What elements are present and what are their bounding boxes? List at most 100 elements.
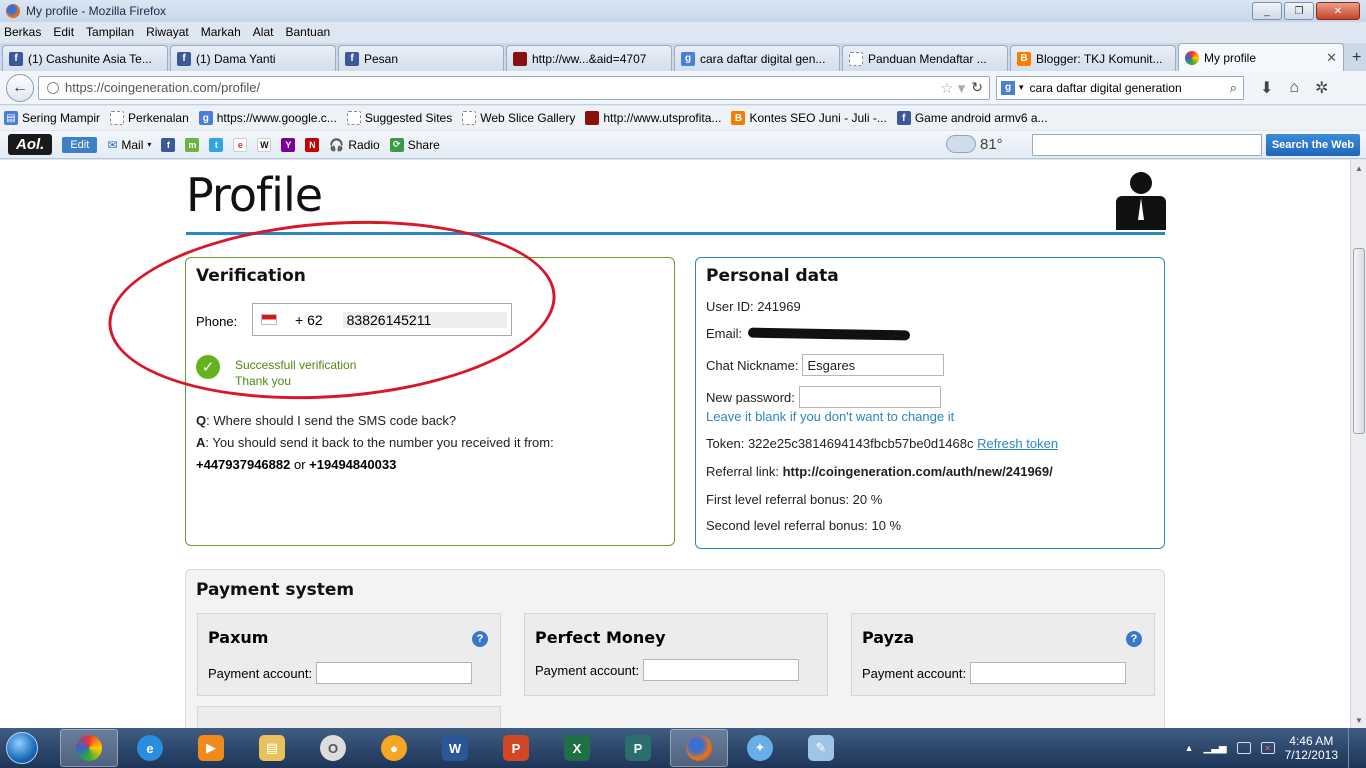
network-icon[interactable]: ▁▃▅ [1204, 743, 1227, 754]
maximize-button[interactable]: ❐ [1284, 2, 1314, 20]
scrollbar-thumb[interactable] [1353, 248, 1365, 434]
tab-dama-yanti[interactable]: f (1) Dama Yanti [170, 45, 336, 71]
show-desktop-button[interactable] [1348, 728, 1358, 768]
back-button[interactable]: ← [6, 73, 34, 102]
system-clock[interactable]: 4:46 AM 7/12/2013 [1285, 734, 1338, 762]
aol-radio-button[interactable]: 🎧 Radio [329, 138, 379, 152]
tab-my-profile[interactable]: My profile ✕ [1178, 43, 1344, 71]
taskbar-messenger[interactable]: ● [365, 729, 423, 767]
reload-icon[interactable]: ↻ [971, 79, 983, 96]
first-level-bonus: First level referral bonus: 20 % [706, 492, 883, 507]
help-icon[interactable]: ? [1126, 631, 1142, 647]
myspace-icon[interactable]: m [185, 137, 200, 152]
bookmark-sering-mampir[interactable]: ▤ Sering Mampir [4, 111, 100, 125]
addon-icon[interactable]: ✲ [1315, 78, 1328, 98]
weather-widget[interactable]: 81° [946, 135, 1003, 153]
bookmark-suggested-sites[interactable]: Suggested Sites [346, 111, 452, 125]
ebay-icon[interactable]: e [233, 137, 248, 152]
bookmark-perkenalan[interactable]: Perkenalan [110, 111, 189, 125]
tab-google-search[interactable]: g cara daftar digital gen... [674, 45, 840, 71]
close-tab-icon[interactable]: ✕ [1326, 50, 1337, 66]
taskbar-word[interactable]: W [426, 729, 484, 767]
taskbar-excel[interactable]: X [548, 729, 606, 767]
menu-riwayat[interactable]: Riwayat [146, 25, 189, 39]
taskbar-firefox[interactable] [670, 729, 728, 767]
password-input[interactable] [798, 386, 941, 408]
bookmark-kontes-seo[interactable]: B Kontes SEO Juni - Juli -... [731, 111, 887, 125]
help-icon[interactable]: ? [472, 631, 488, 647]
internet-explorer-icon: e [137, 735, 163, 761]
menu-bantuan[interactable]: Bantuan [285, 25, 330, 39]
minimize-button[interactable]: _ [1252, 2, 1282, 20]
taskbar-ie[interactable]: e [121, 729, 179, 767]
taskbar-paint[interactable]: ✎ [792, 729, 850, 767]
sms-question: Q: Where should I send the SMS code back… [196, 413, 457, 428]
menu-alat[interactable]: Alat [253, 25, 274, 39]
taskbar-explorer[interactable]: ▤ [243, 729, 301, 767]
bookmark-utsprofita[interactable]: http://www.utsprofita... [585, 111, 721, 125]
yahoo-icon[interactable]: Y [281, 137, 296, 152]
menu-tampilan[interactable]: Tampilan [86, 25, 134, 39]
phone-number[interactable]: 83826145211 [342, 311, 507, 328]
taskbar-app-star[interactable] [60, 729, 118, 767]
tab-blogger[interactable]: B Blogger: TKJ Komunit... [1010, 45, 1176, 71]
battery-icon[interactable] [1236, 742, 1251, 754]
tab-cashunite[interactable]: f (1) Cashunite Asia Te... [2, 45, 168, 71]
netflix-icon[interactable]: N [305, 137, 320, 152]
referral-link[interactable]: http://coingeneration.com/auth/new/24196… [783, 464, 1053, 479]
sms-answer: A: You should send it back to the number… [196, 435, 554, 450]
twitter-icon[interactable]: t [209, 137, 224, 152]
wikipedia-icon[interactable]: W [257, 137, 272, 152]
home-icon[interactable]: ⌂ [1289, 79, 1299, 97]
aol-mail-button[interactable]: ✉ Mail ▾ [107, 138, 151, 152]
new-tab-icon[interactable]: + [1352, 49, 1361, 67]
indonesia-flag-icon[interactable] [261, 314, 277, 325]
taskbar-media-player[interactable]: ▶ [182, 729, 240, 767]
menu-markah[interactable]: Markah [201, 25, 241, 39]
tab-pesan[interactable]: f Pesan [338, 45, 504, 71]
search-icon[interactable]: ⌕ [1230, 80, 1237, 96]
volume-muted-icon[interactable]: ✕ [1260, 742, 1275, 754]
google-icon[interactable]: g [1001, 80, 1015, 95]
url-bar[interactable]: https://coingeneration.com/profile/ ☆ ▾ … [38, 75, 990, 100]
payza-account-input[interactable] [970, 662, 1127, 684]
sms-numbers: +447937946882 or +19494840033 [196, 457, 397, 472]
taskbar-publisher[interactable]: P [609, 729, 667, 767]
menu-berkas[interactable]: Berkas [4, 25, 41, 39]
bookmark-web-slice[interactable]: Web Slice Gallery [462, 111, 575, 125]
search-bar[interactable]: g ▾ cara daftar digital generation ⌕ [996, 75, 1244, 100]
paxum-account-input[interactable] [316, 662, 473, 684]
redacted-email [748, 327, 911, 340]
tray-expand-icon[interactable]: ▲ [1185, 743, 1194, 753]
download-icon[interactable]: ⬇ [1260, 78, 1273, 98]
start-button[interactable] [0, 728, 44, 768]
aol-share-button[interactable]: ⟳ Share [389, 137, 440, 152]
taskbar-opera[interactable]: O [304, 729, 362, 767]
phone-field[interactable]: + 62 83826145211 [252, 303, 512, 336]
chevron-down-icon[interactable]: ▾ [1019, 82, 1024, 93]
nickname-input[interactable]: Esgares [802, 354, 945, 376]
search-input[interactable]: cara daftar digital generation [1030, 81, 1230, 95]
tab-panduan[interactable]: Panduan Mendaftar ... [842, 45, 1008, 71]
refresh-token-link[interactable]: Refresh token [977, 436, 1058, 451]
vertical-scrollbar[interactable]: ▲ ▼ [1350, 160, 1366, 728]
aol-edit-button[interactable]: Edit [62, 136, 98, 153]
menu-bar: Berkas Edit Tampilan Riwayat Markah Alat… [0, 22, 1366, 42]
scroll-down-icon[interactable]: ▼ [1351, 712, 1366, 728]
window-controls: _ ❐ ✕ [1252, 2, 1360, 20]
tab-aid[interactable]: http://ww...&aid=4707 [506, 45, 672, 71]
aol-search-input[interactable] [1032, 134, 1262, 156]
menu-edit[interactable]: Edit [53, 25, 74, 39]
taskbar-safari[interactable]: ✦ [731, 729, 789, 767]
close-button[interactable]: ✕ [1316, 2, 1360, 20]
scroll-up-icon[interactable]: ▲ [1351, 160, 1366, 176]
search-the-web-button[interactable]: Search the Web [1266, 134, 1360, 156]
paxum-card: Paxum ? Payment account: [197, 613, 501, 696]
perfect-money-account-input[interactable] [643, 659, 800, 681]
bookmark-star-icon[interactable]: ☆ ▾ [940, 79, 965, 97]
taskbar-powerpoint[interactable]: P [487, 729, 545, 767]
bookmark-game-android[interactable]: f Game android armv6 a... [896, 111, 1048, 125]
bookmark-google[interactable]: g https://www.google.c... [198, 111, 337, 125]
facebook-icon[interactable]: f [161, 137, 176, 152]
aol-logo[interactable]: Aol. [8, 134, 53, 155]
